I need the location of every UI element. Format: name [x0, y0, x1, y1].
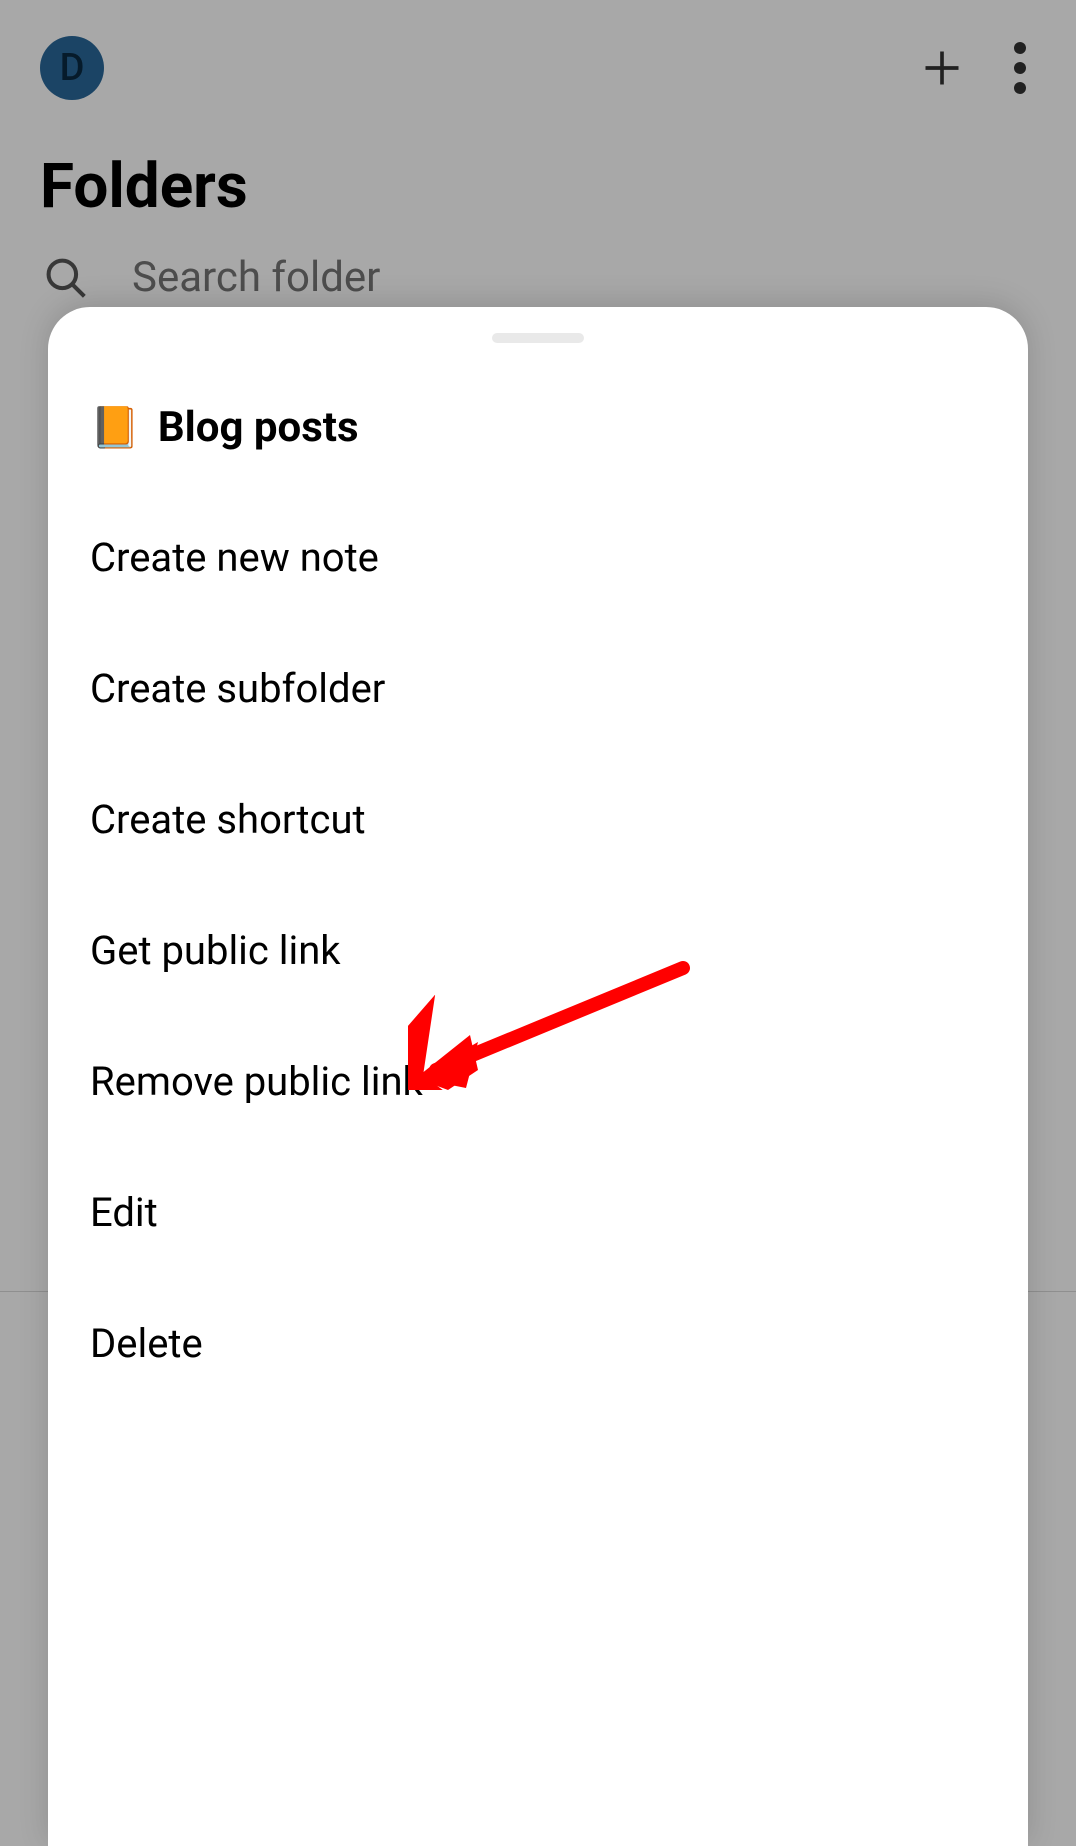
- menu-item-label: Get public link: [90, 927, 341, 974]
- bottom-sheet: 📙 Blog posts Create new note Create subf…: [48, 307, 1028, 1846]
- sheet-header: 📙 Blog posts: [48, 343, 1028, 492]
- menu-item-label: Remove public link: [90, 1058, 423, 1105]
- menu-item-delete[interactable]: Delete: [90, 1278, 986, 1409]
- sheet-menu: Create new note Create subfolder Create …: [48, 492, 1028, 1409]
- menu-item-label: Delete: [90, 1320, 203, 1367]
- sheet-title: Blog posts: [158, 403, 359, 452]
- menu-item-create-shortcut[interactable]: Create shortcut: [90, 754, 986, 885]
- menu-item-label: Create subfolder: [90, 665, 385, 712]
- sheet-drag-handle[interactable]: [492, 333, 584, 343]
- menu-item-edit[interactable]: Edit: [90, 1147, 986, 1278]
- menu-item-create-new-note[interactable]: Create new note: [90, 492, 986, 623]
- menu-item-label: Create new note: [90, 534, 379, 581]
- menu-item-remove-public-link[interactable]: Remove public link: [90, 1016, 986, 1147]
- menu-item-label: Edit: [90, 1189, 158, 1236]
- menu-item-create-subfolder[interactable]: Create subfolder: [90, 623, 986, 754]
- menu-item-get-public-link[interactable]: Get public link: [90, 885, 986, 1016]
- menu-item-label: Create shortcut: [90, 796, 366, 843]
- book-icon: 📙: [90, 408, 140, 448]
